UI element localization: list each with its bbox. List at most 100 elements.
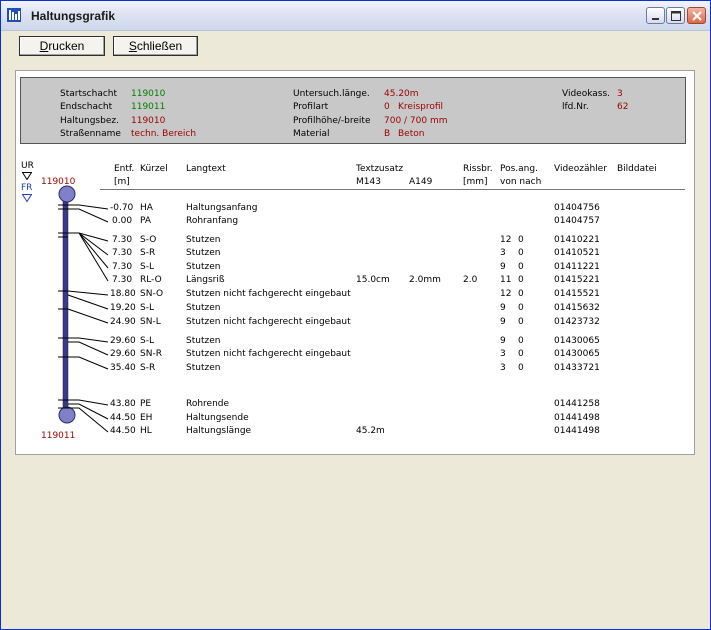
row-langtext: Stutzen [186, 336, 221, 346]
row-videozaehler: 01404757 [554, 216, 600, 226]
row-pos-nach: 0 [518, 262, 524, 272]
row-langtext: Stutzen nicht fachgerecht eingebaut [186, 317, 351, 327]
row-langtext: Rohrende [186, 399, 230, 409]
col-entf: Entf. [114, 164, 135, 174]
close-window-button[interactable] [687, 7, 706, 24]
col-rissbr: Rissbr. [463, 164, 493, 174]
row-kuerzel: HL [140, 426, 152, 436]
row-pos-nach: 0 [518, 317, 524, 327]
row-langtext: Stutzen nicht fachgerecht eingebaut [186, 289, 351, 299]
row-pos-von: 3 [500, 349, 506, 359]
minimize-button[interactable] [646, 7, 665, 24]
row-langtext: Haltungslänge [186, 426, 252, 436]
row-kuerzel: PE [140, 399, 152, 409]
row-langtext: Stutzen nicht fachgerecht eingebaut [186, 349, 351, 359]
row-entf: -0.70 [110, 203, 134, 213]
row-videozaehler: 01423732 [554, 317, 600, 327]
row-pos-nach: 0 [518, 336, 524, 346]
row-pos-von: 9 [500, 262, 506, 272]
col-posang: Pos.ang. [500, 164, 538, 174]
row-pos-nach: 0 [518, 248, 524, 258]
table-row[interactable]: 7.30 S-L Stutzen 9 0 01411221 [16, 262, 696, 275]
app-icon [7, 8, 21, 22]
table-row[interactable]: 44.50 EH Haltungsende 01441498 [16, 413, 696, 426]
row-kuerzel: S-L [140, 336, 154, 346]
col-bilddatei: Bilddatei [617, 164, 657, 174]
col-kuerzel: Kürzel [140, 164, 168, 174]
row-entf: 7.30 [112, 275, 133, 285]
row-kuerzel: SN-L [140, 317, 161, 327]
title-bar[interactable]: Haltungsgrafik [1, 1, 710, 31]
table-row[interactable]: 24.90 SN-L Stutzen nicht fachgerecht einge… [16, 317, 696, 330]
table-row[interactable]: 29.60 SN-R Stutzen nicht fachgerecht einge… [16, 349, 696, 362]
row-videozaehler: 01411221 [554, 262, 600, 272]
row-kuerzel: S-L [140, 262, 154, 272]
print-button-accelerator: D [39, 39, 49, 53]
row-pos-von: 3 [500, 248, 506, 258]
table-row[interactable]: 44.50 HL Haltungslänge 45.2m 01441498 [16, 426, 696, 439]
row-videozaehler: 01433721 [554, 363, 600, 373]
row-entf: 44.50 [110, 413, 136, 423]
row-a149: 2.0mm [409, 275, 441, 285]
table-row[interactable]: 7.30 S-O Stutzen 12 0 01410221 [16, 235, 696, 248]
table-row[interactable]: 29.60 S-L Stutzen 9 0 01430065 [16, 336, 696, 349]
row-pos-von: 12 [500, 235, 512, 245]
row-videozaehler: 01415221 [554, 275, 600, 285]
row-entf: 19.20 [110, 303, 136, 313]
row-rissbr: 2.0 [463, 275, 478, 285]
table-row[interactable]: 18.80 SN-O Stutzen nicht fachgerecht einge… [16, 289, 696, 302]
row-langtext: Rohranfang [186, 216, 239, 226]
col-posang-sub: von nach [500, 177, 542, 187]
row-videozaehler: 01441498 [554, 426, 600, 436]
col-langtext: Langtext [186, 164, 226, 174]
col-entf-unit: [m] [114, 177, 130, 187]
row-m143: 45.2m [356, 426, 385, 436]
table-row[interactable]: 0.00 PA Rohranfang 01404757 [16, 216, 696, 229]
row-entf: 35.40 [110, 363, 136, 373]
row-videozaehler: 01404756 [554, 203, 600, 213]
print-button[interactable]: Drucken [19, 36, 105, 56]
row-kuerzel: HA [140, 203, 153, 213]
row-entf: 7.30 [112, 248, 133, 258]
table-row[interactable]: 43.80 PE Rohrende 01441258 [16, 399, 696, 412]
row-entf: 44.50 [110, 426, 136, 436]
start-node-icon [58, 185, 76, 203]
table-row[interactable]: 19.20 S-L Stutzen 9 0 01415632 [16, 303, 696, 316]
row-videozaehler: 01415632 [554, 303, 600, 313]
minimize-icon [652, 18, 659, 20]
row-pos-nach: 0 [518, 235, 524, 245]
row-entf: 0.00 [112, 216, 133, 226]
row-pos-von: 9 [500, 336, 506, 346]
row-videozaehler: 01441258 [554, 399, 600, 409]
table-row[interactable]: 7.30 RL-O Längsriß 15.0cm 2.0mm 2.0 11 0 0141522… [16, 275, 696, 288]
row-entf: 7.30 [112, 262, 133, 272]
row-kuerzel: S-L [140, 303, 154, 313]
col-videozaehler: Videozähler [554, 164, 607, 174]
row-langtext: Stutzen [186, 262, 221, 272]
maximize-button[interactable] [666, 7, 685, 24]
row-videozaehler: 01415521 [554, 289, 600, 299]
table-row[interactable]: -0.70 HA Haltungsanfang 01404756 [16, 203, 696, 216]
table-row[interactable]: 7.30 S-R Stutzen 3 0 01410521 [16, 248, 696, 261]
col-rissbr-unit: [mm] [463, 177, 488, 187]
row-entf: 24.90 [110, 317, 136, 327]
row-entf: 7.30 [112, 235, 133, 245]
row-pos-von: 3 [500, 363, 506, 373]
row-entf: 29.60 [110, 336, 136, 346]
row-kuerzel: SN-O [140, 289, 164, 299]
row-langtext: Stutzen [186, 235, 221, 245]
row-kuerzel: PA [140, 216, 152, 226]
row-langtext: Haltungsanfang [186, 203, 258, 213]
window-title: Haltungsgrafik [31, 9, 116, 23]
close-button[interactable]: Schließen [113, 36, 198, 56]
close-button-accelerator: S [128, 39, 137, 53]
close-button-label: chließen [136, 39, 183, 53]
graphic-panel: Startschacht 119010 Endschacht 119011 Ha… [15, 70, 695, 455]
table-row[interactable]: 35.40 S-R Stutzen 3 0 01433721 [16, 363, 696, 376]
row-kuerzel: EH [140, 413, 153, 423]
row-pos-von: 9 [500, 317, 506, 327]
col-a149: A149 [409, 177, 433, 187]
row-langtext: Stutzen [186, 248, 221, 258]
close-icon [692, 11, 702, 21]
row-entf: 43.80 [110, 399, 136, 409]
